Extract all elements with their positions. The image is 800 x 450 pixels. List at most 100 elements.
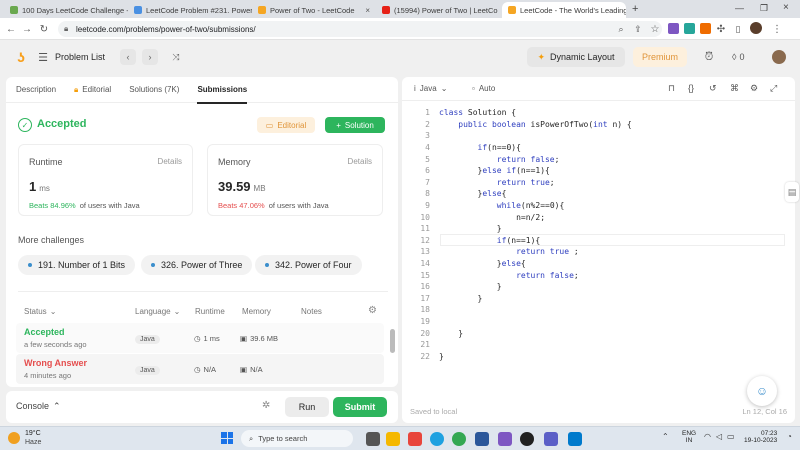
search-icon[interactable]: ⌕ — [614, 22, 628, 36]
chrome-icon[interactable] — [452, 432, 466, 446]
problem-list-link[interactable]: Problem List — [55, 50, 105, 64]
extension-icon[interactable] — [668, 23, 679, 34]
tab-submissions[interactable]: Submissions — [197, 77, 247, 104]
language-column-header[interactable]: Language ⌄ — [135, 307, 180, 316]
code-line[interactable]: 6 }else if(n==1){ — [402, 165, 795, 177]
office-icon[interactable] — [408, 432, 422, 446]
teams-icon[interactable] — [544, 432, 558, 446]
list-icon[interactable]: ☰ — [36, 50, 50, 64]
code-line[interactable]: 9 while(n%2==0){ — [402, 200, 795, 212]
chat-bubble-icon[interactable]: ☺ — [747, 376, 777, 406]
row-status[interactable]: Wrong Answer — [24, 358, 87, 368]
battery-icon[interactable]: ▭ — [727, 432, 735, 441]
code-line[interactable]: 3 — [402, 130, 795, 142]
reset-icon[interactable]: ↺ — [709, 83, 717, 94]
tab-solutions[interactable]: Solutions (7K) — [129, 77, 179, 103]
minimize-button[interactable]: — — [735, 3, 744, 13]
back-arrow-icon[interactable]: ← — [4, 22, 18, 36]
settings-gear-icon[interactable]: ⚙︎ — [750, 83, 758, 94]
code-line[interactable]: 8 }else{ — [402, 188, 795, 200]
clock[interactable]: 07:23 19-10-2023 — [744, 430, 777, 444]
challenge-chip[interactable]: 342. Power of Four — [255, 255, 362, 275]
code-line[interactable]: 20 } — [402, 327, 795, 339]
status-column-header[interactable]: Status ⌄ — [24, 307, 56, 316]
debug-icon[interactable]: ✲ — [262, 400, 270, 411]
code-line[interactable]: 5 return false; — [402, 153, 795, 165]
bookmark-icon[interactable]: ⊓ — [668, 83, 675, 94]
submit-button[interactable]: Submit — [333, 397, 387, 417]
close-window-button[interactable]: × — [783, 2, 789, 13]
prev-problem-button[interactable]: ‹ — [120, 49, 136, 65]
tab-description[interactable]: Description — [16, 77, 56, 103]
app-icon[interactable] — [498, 432, 512, 446]
volume-icon[interactable]: ◁ — [716, 432, 722, 441]
extension-icon[interactable] — [700, 23, 711, 34]
windows-start-icon[interactable] — [221, 432, 233, 444]
editorial-button[interactable]: ▭ Editorial — [257, 117, 315, 133]
memory-details-link[interactable]: Details — [348, 157, 372, 166]
code-line[interactable]: 10 n=n/2; — [402, 211, 795, 223]
weather-icon[interactable] — [8, 432, 20, 444]
word-icon[interactable] — [475, 432, 489, 446]
code-line[interactable]: 4 if(n==0){ — [402, 142, 795, 154]
code-line[interactable]: 21 — [402, 339, 795, 351]
notification-icon[interactable]: ◔ — [787, 432, 792, 441]
solution-button[interactable]: + Solution — [325, 117, 385, 133]
code-line[interactable]: 22} — [402, 351, 795, 363]
edge-icon[interactable] — [430, 432, 444, 446]
code-line[interactable]: 13 return true ; — [402, 246, 795, 258]
scrollbar-thumb[interactable] — [390, 329, 395, 353]
premium-button[interactable]: Premium — [633, 47, 687, 67]
shuffle-icon[interactable]: ⤨ — [168, 49, 184, 65]
fullscreen-icon[interactable]: ⤢ — [770, 83, 777, 94]
extension-icon[interactable] — [684, 23, 695, 34]
row-status[interactable]: Accepted — [24, 327, 65, 337]
code-line[interactable]: 7 return true; — [402, 177, 795, 189]
browser-tab-4[interactable]: (15994) Power of Two | LeetCo × — [376, 2, 500, 18]
tab-editorial[interactable]: 🔒︎ Editorial — [74, 77, 111, 103]
alarm-clock-icon[interactable]: ⏰︎ — [701, 49, 717, 65]
braces-icon[interactable]: {} — [688, 83, 694, 93]
browser-tab-3[interactable]: Power of Two - LeetCode × — [252, 2, 376, 18]
input-language[interactable]: ENG IN — [682, 430, 696, 444]
reload-icon[interactable]: ↻ — [37, 22, 51, 36]
streak-counter[interactable]: ◊ 0 — [732, 49, 744, 65]
vscode-icon[interactable] — [568, 432, 582, 446]
taskbar-search-box[interactable]: ⌕ Type to search — [241, 430, 353, 447]
wifi-icon[interactable]: ◠ — [704, 432, 711, 441]
auto-mode-toggle[interactable]: ▫ Auto — [472, 84, 495, 93]
browser-tab-2[interactable]: LeetCode Problem #231. Power × — [128, 2, 252, 18]
browser-tab-1[interactable]: 100 Days LeetCode Challenge - × — [4, 2, 128, 18]
star-icon[interactable]: ☆ — [648, 22, 662, 36]
code-line[interactable]: 11 } — [402, 223, 795, 235]
table-row[interactable]: Wrong Answer 4 minutes ago Java ◷ N/A ▣ N/… — [16, 354, 384, 384]
maximize-button[interactable]: ❐ — [760, 3, 768, 14]
table-row[interactable]: Accepted a few seconds ago Java ◷ 1 ms ▣ 3… — [16, 323, 384, 353]
code-line[interactable]: 19 — [402, 316, 795, 328]
run-button[interactable]: Run — [285, 397, 329, 417]
user-avatar[interactable] — [772, 50, 786, 64]
command-icon[interactable]: ⌘ — [730, 83, 739, 94]
language-select[interactable]: i Java ⌄ — [414, 84, 447, 93]
runtime-details-link[interactable]: Details — [158, 157, 182, 166]
task-view-icon[interactable] — [366, 432, 380, 446]
code-line[interactable]: 18 — [402, 304, 795, 316]
file-explorer-icon[interactable] — [386, 432, 400, 446]
sidebar-icon[interactable]: ▯ — [731, 22, 745, 36]
code-line[interactable]: 17 } — [402, 293, 795, 305]
close-icon[interactable]: × — [365, 6, 370, 15]
new-tab-button[interactable]: + — [632, 3, 638, 15]
code-line[interactable]: 2 public boolean isPowerOfTwo(int n) { — [402, 119, 795, 131]
chevron-up-icon[interactable]: ⌃ — [662, 432, 669, 441]
profile-avatar[interactable] — [750, 22, 762, 34]
forward-arrow-icon[interactable]: → — [20, 22, 34, 36]
side-notes-icon[interactable]: ▤ — [785, 182, 799, 202]
challenge-chip[interactable]: 191. Number of 1 Bits — [18, 255, 136, 275]
console-toggle[interactable]: Console ⌃ — [16, 401, 61, 412]
code-line[interactable]: 15 return false; — [402, 269, 795, 281]
app-icon[interactable] — [520, 432, 534, 446]
url-bar[interactable]: 🔒︎ leetcode.com/problems/power-of-two/su… — [58, 21, 662, 37]
code-line[interactable]: 1 class Solution { — [402, 107, 795, 119]
code-line[interactable]: 14 }else{ — [402, 258, 795, 270]
more-vertical-icon[interactable]: ⋮ — [770, 22, 784, 36]
